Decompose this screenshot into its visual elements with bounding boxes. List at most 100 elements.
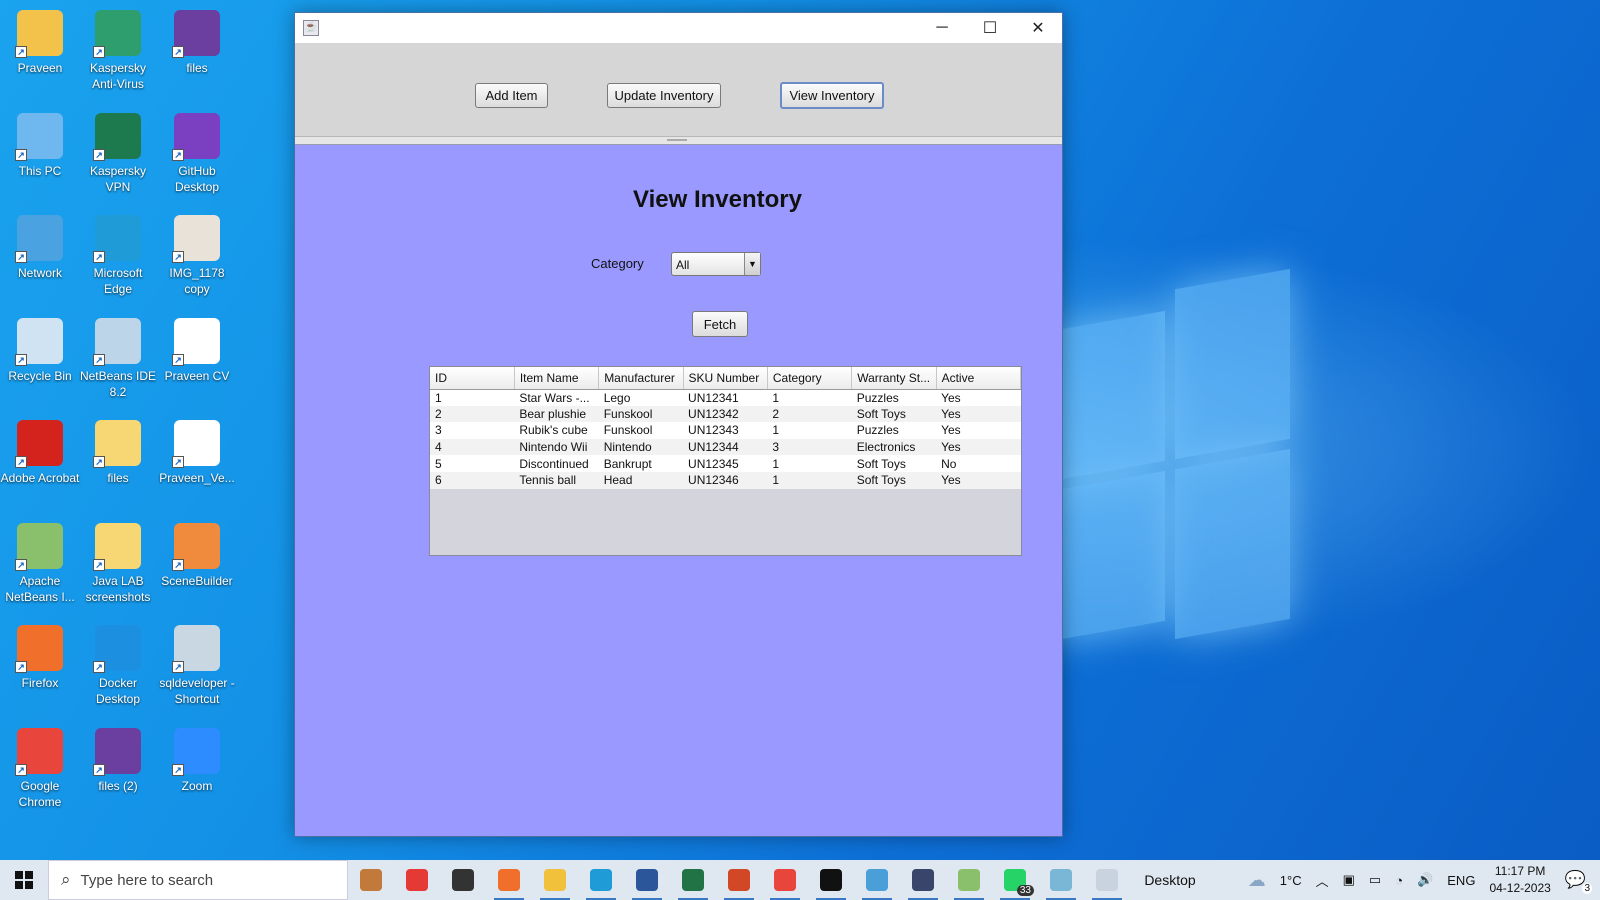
taskbar-app[interactable] <box>1038 860 1084 900</box>
taskbar-app[interactable] <box>440 860 486 900</box>
desktop-icon-label: files (2) <box>98 778 138 793</box>
taskbar-app[interactable] <box>854 860 900 900</box>
shortcut-arrow-icon: ↗ <box>93 46 105 58</box>
column-header[interactable]: Item Name <box>514 367 600 390</box>
desktop-icon[interactable]: ↗ GitHub Desktop <box>157 112 237 195</box>
category-selected-value: All <box>676 258 690 272</box>
table-row[interactable]: 4 Nintendo Wii Nintendo UN12344 3 Electronics… <box>430 438 1021 456</box>
this-pc-icon: ↗ <box>15 112 63 161</box>
desktop-icon[interactable]: ↗ IMG_1178 copy <box>157 215 237 297</box>
desktop-icon[interactable]: ↗ Apache NetBeans I... <box>0 522 80 605</box>
taskbar-app[interactable] <box>1084 860 1130 900</box>
taskbar-app[interactable] <box>900 860 946 900</box>
taskbar-app[interactable] <box>578 860 624 900</box>
java-app-icon <box>1096 869 1118 891</box>
table-cell: Yes <box>936 438 1021 456</box>
taskbar-app[interactable] <box>394 860 440 900</box>
clock[interactable]: 11:17 PM 04-12-2023 <box>1489 863 1550 897</box>
desktop-icon[interactable]: ↗ files <box>157 10 237 76</box>
desktop-icon[interactable]: ↗ NetBeans IDE 8.2 <box>78 317 158 400</box>
column-header[interactable]: SKU Number <box>683 367 768 390</box>
desktop-icon-label: Network <box>17 266 62 280</box>
firefox-icon <box>498 869 520 891</box>
shortcut-arrow-icon: ↗ <box>93 148 105 161</box>
taskbar-app[interactable] <box>716 860 762 900</box>
desktop-toolbar-label[interactable]: Desktop <box>1130 872 1210 888</box>
firefox-icon: ↗ <box>15 625 63 673</box>
desktop-icon[interactable]: ↗ Firefox <box>0 625 80 691</box>
close-button[interactable]: ✕ <box>1014 13 1062 43</box>
desktop-icon[interactable]: ↗ This PC <box>0 112 80 179</box>
winrar-archive-icon: ↗ <box>172 10 220 58</box>
notification-center-icon[interactable]: 💬 3 <box>1565 870 1592 894</box>
taskbar-app[interactable] <box>624 860 670 900</box>
table-row[interactable]: 2 Bear plushie Funskool UN12342 2 Soft Toys Ye… <box>430 405 1021 423</box>
task-view-icon <box>452 869 474 891</box>
show-hidden-icons-chevron-up-icon[interactable]: ︿ <box>1316 871 1329 890</box>
volume-icon[interactable]: 🔊 <box>1417 872 1433 888</box>
desktop-icon[interactable]: ↗ files (2) <box>78 727 158 794</box>
desktop-icon[interactable]: ↗ Adobe Acrobat <box>0 420 80 486</box>
battery-icon[interactable]: ▭ <box>1369 872 1381 888</box>
desktop-icon[interactable]: ↗ files <box>78 420 158 486</box>
taskbar-app[interactable] <box>946 860 992 900</box>
table-cell: Star Wars -... <box>514 389 599 406</box>
table-header-row: ID Item Name Manufacturer SKU Number Categor… <box>430 367 1022 390</box>
desktop-icon[interactable]: ↗ Praveen CV <box>157 317 237 384</box>
column-header[interactable]: Manufacturer <box>598 367 684 390</box>
table-cell: 1 <box>767 471 852 489</box>
column-header[interactable]: ID <box>430 367 515 390</box>
desktop-icon[interactable]: ↗ Network <box>0 215 80 281</box>
photo-icon: ↗ <box>172 215 220 263</box>
taskbar-app[interactable] <box>532 860 578 900</box>
language-indicator[interactable]: ENG <box>1447 873 1475 888</box>
github-desktop-icon: ↗ <box>172 112 220 161</box>
add-item-button[interactable]: Add Item <box>475 83 548 108</box>
maximize-button[interactable]: ☐ <box>966 13 1014 43</box>
table-row[interactable]: 5 Discontinued Bankrupt UN12345 1 Soft Toys No <box>430 455 1021 472</box>
fetch-button[interactable]: Fetch <box>692 311 748 337</box>
table-cell: 5 <box>430 455 515 472</box>
desktop-icon[interactable]: ↗ Zoom <box>157 727 237 794</box>
window-titlebar[interactable]: ☕ ─ ☐ ✕ <box>295 13 1062 43</box>
taskbar-app[interactable] <box>762 860 808 900</box>
meet-now-icon[interactable]: ▣ <box>1343 872 1355 888</box>
table-row[interactable]: 3 Rubik's cube Funskool UN12343 1 Puzzles Yes <box>430 422 1021 439</box>
wifi-icon[interactable]: ◔ <box>1395 873 1403 888</box>
taskbar-app[interactable] <box>670 860 716 900</box>
taskbar-app[interactable]: 33 <box>992 860 1038 900</box>
desktop-icon[interactable]: ↗ Kaspersky Anti-Virus <box>78 10 158 92</box>
desktop-icon[interactable]: ↗ SceneBuilder <box>157 522 237 589</box>
update-inventory-button[interactable]: Update Inventory <box>607 83 721 108</box>
column-header[interactable]: Active <box>936 367 1022 390</box>
chevron-down-icon[interactable]: ▼ <box>744 253 760 275</box>
desktop-icon[interactable]: ↗ Microsoft Edge <box>78 215 158 297</box>
start-button[interactable] <box>0 860 48 900</box>
minimize-button[interactable]: ─ <box>918 13 966 43</box>
column-header[interactable]: Warranty St... <box>851 367 937 390</box>
search-icon: ⌕ <box>61 870 71 889</box>
taskbar-search[interactable]: ⌕ Type here to search <box>48 860 348 900</box>
desktop-icon[interactable]: ↗ Google Chrome <box>0 727 80 810</box>
view-inventory-button[interactable]: View Inventory <box>780 82 884 109</box>
table-row[interactable]: 1 Star Wars -... Lego UN12341 1 Puzzles Yes <box>430 389 1021 406</box>
weather-icon[interactable]: ☁ <box>1248 870 1266 891</box>
table-row[interactable]: 6 Tennis ball Head UN12346 1 Soft Toys Yes <box>430 471 1021 489</box>
desktop-icon[interactable]: ↗ Praveen_Ve... <box>157 420 237 486</box>
column-header[interactable]: Category <box>767 367 853 390</box>
taskbar-app[interactable] <box>486 860 532 900</box>
divider-grip[interactable] <box>667 139 687 141</box>
desktop-icon[interactable]: ↗ Recycle Bin <box>0 317 80 384</box>
taskbar-app[interactable] <box>808 860 854 900</box>
desktop-icon[interactable]: ↗ Docker Desktop <box>78 625 158 707</box>
split-pane-divider[interactable] <box>295 137 1062 145</box>
desktop-icon[interactable]: ↗ Kaspersky VPN <box>78 112 158 195</box>
winrar-archive-icon: ↗ <box>93 727 141 776</box>
category-dropdown[interactable]: All ▼ <box>671 252 761 276</box>
desktop-icon[interactable]: ↗ sqldeveloper - Shortcut <box>157 625 237 707</box>
taskbar-app[interactable] <box>348 860 394 900</box>
weather-temp[interactable]: 1°C <box>1280 873 1302 888</box>
desktop-icon[interactable]: ↗ Java LAB screenshots <box>78 522 158 605</box>
desktop-icon[interactable]: ↗ Praveen <box>0 10 80 76</box>
shortcut-arrow-icon: ↗ <box>172 353 184 366</box>
